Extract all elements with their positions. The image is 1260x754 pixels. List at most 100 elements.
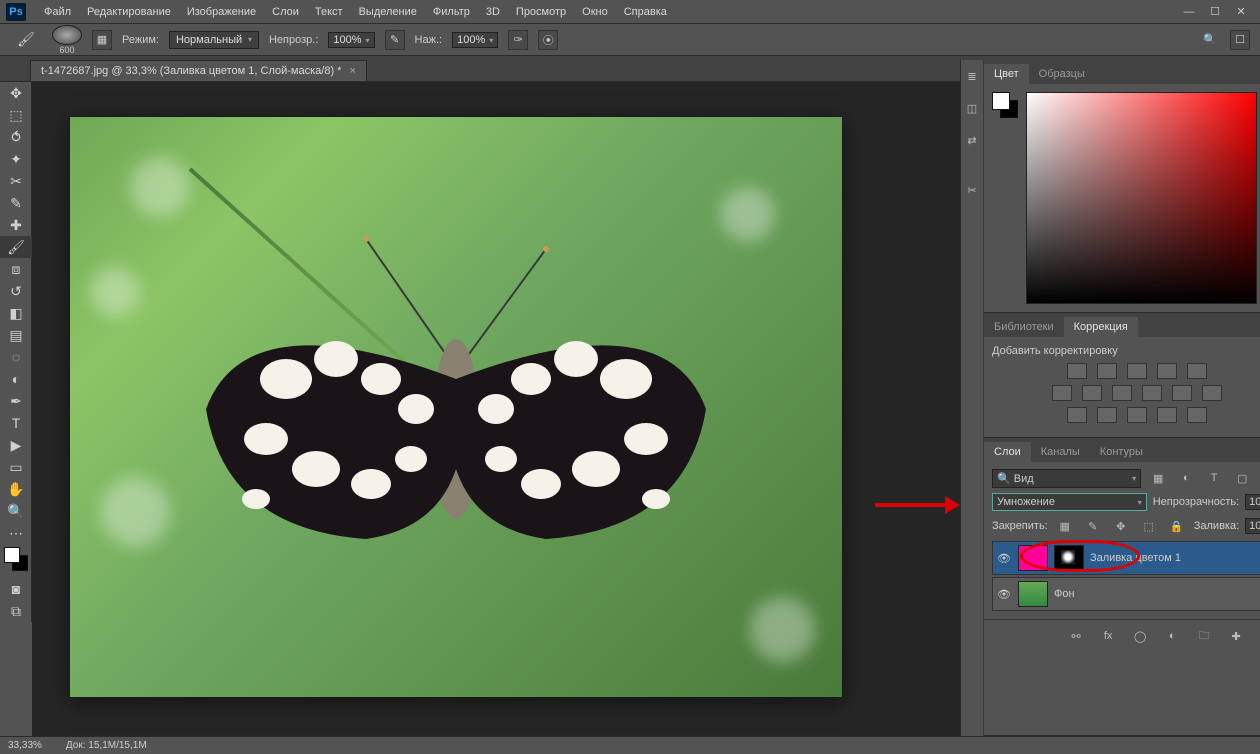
canvas[interactable] [70,117,842,697]
menu-select[interactable]: Выделение [351,0,425,24]
adj-posterize-icon[interactable] [1097,407,1117,423]
document-tab[interactable]: t-1472687.jpg @ 33,3% (Заливка цветом 1,… [30,60,367,81]
tab-color[interactable]: Цвет [984,64,1029,84]
color-swatches[interactable] [0,544,31,578]
history-panel-icon[interactable]: ≣ [961,66,983,86]
adj-vibrance-icon[interactable] [1187,363,1207,379]
layer-opacity-input[interactable]: 100% [1245,494,1260,510]
visibility-toggle-icon[interactable]: 👁 [996,552,1012,565]
menu-filter[interactable]: Фильтр [425,0,478,24]
adj-threshold-icon[interactable] [1127,407,1147,423]
screen-mode-icon[interactable]: ⧉ [0,600,32,622]
adj-selective-icon[interactable] [1187,407,1207,423]
eraser-tool[interactable]: ◧ [0,302,32,324]
layer-filter-kind[interactable]: 🔍 Вид [992,469,1141,488]
adj-exposure-icon[interactable] [1157,363,1177,379]
adj-balance-icon[interactable] [1082,385,1102,401]
lock-position-icon[interactable]: ✥ [1110,516,1132,536]
filter-type-icon[interactable]: T [1203,468,1225,488]
flow-input[interactable]: 100% [452,32,498,48]
minimize-button[interactable]: — [1176,2,1202,22]
tab-channels[interactable]: Каналы [1031,442,1090,462]
history-brush-tool[interactable]: ↺ [0,280,32,302]
layer-style-icon[interactable]: fx [1097,626,1119,646]
eyedropper-tool[interactable]: ✎ [0,192,32,214]
properties-panel-icon[interactable]: ◫ [961,98,983,118]
pressure-opacity-icon[interactable]: ✎ [385,30,405,50]
tab-layers[interactable]: Слои [984,442,1031,462]
menu-3d[interactable]: 3D [478,0,508,24]
close-button[interactable]: ✕ [1228,2,1254,22]
lock-transparent-icon[interactable]: ▦ [1054,516,1076,536]
adj-lookup-icon[interactable] [1202,385,1222,401]
close-tab-icon[interactable]: × [349,65,355,77]
dodge-tool[interactable]: ◐ [0,368,32,390]
adj-mixer-icon[interactable] [1172,385,1192,401]
doc-size-readout[interactable]: Док: 15,1M/15,1M [66,740,147,751]
layer-thumb-bg[interactable] [1018,581,1048,607]
new-layer-icon[interactable]: ✚ [1225,626,1247,646]
rectangle-tool[interactable]: ▭ [0,456,32,478]
lasso-tool[interactable]: ⥀ [0,126,32,148]
layer-blend-mode-select[interactable]: Умножение [992,493,1147,511]
menu-file[interactable]: Файл [36,0,79,24]
workspace-icon[interactable]: ☐ [1230,30,1250,50]
menu-window[interactable]: Окно [574,0,616,24]
tab-swatches[interactable]: Образцы [1029,64,1095,84]
menu-image[interactable]: Изображение [179,0,264,24]
maximize-button[interactable]: ☐ [1202,2,1228,22]
tool-preset-icon[interactable]: 🖌 [10,29,42,51]
blur-tool[interactable]: ◌ [0,346,32,368]
add-mask-icon[interactable]: ◯ [1129,626,1151,646]
brush-panel-toggle-icon[interactable]: ▦ [92,30,112,50]
tab-adjustments[interactable]: Коррекция [1064,317,1138,337]
blend-mode-select[interactable]: Нормальный [169,31,259,49]
gradient-tool[interactable]: ▤ [0,324,32,346]
filter-pixel-icon[interactable]: ▦ [1147,468,1169,488]
pressure-size-icon[interactable]: ⦿ [538,30,558,50]
path-select-tool[interactable]: ▶ [0,434,32,456]
quick-select-tool[interactable]: ✦ [0,148,32,170]
layer-name[interactable]: Фон [1054,588,1257,600]
lock-artboard-icon[interactable]: ⬚ [1138,516,1160,536]
menu-edit[interactable]: Редактирование [79,0,179,24]
pen-tool[interactable]: ✒ [0,390,32,412]
menu-view[interactable]: Просмотр [508,0,574,24]
filter-adjust-icon[interactable]: ◐ [1175,468,1197,488]
tab-libraries[interactable]: Библиотеки [984,317,1064,337]
menu-layers[interactable]: Слои [264,0,307,24]
opacity-input[interactable]: 100% [328,32,374,48]
zoom-readout[interactable]: 33,33% [8,740,42,751]
visibility-toggle-icon[interactable]: 👁 [996,588,1012,601]
mini-color-swatches[interactable] [992,92,1020,120]
zoom-tool[interactable]: 🔍 [0,500,32,522]
stamp-tool[interactable]: ⧈ [0,258,32,280]
healing-tool[interactable]: ✚ [0,214,32,236]
hand-tool[interactable]: ✋ [0,478,32,500]
filter-shape-icon[interactable]: ▢ [1231,468,1253,488]
crop-tool[interactable]: ✂ [0,170,32,192]
link-layers-icon[interactable]: ⚯ [1065,626,1087,646]
new-group-icon[interactable]: 🗀 [1193,626,1215,646]
character-panel-icon[interactable]: ⇄ [961,130,983,150]
adj-bw-icon[interactable] [1112,385,1132,401]
quick-mask-icon[interactable]: ◙ [0,578,32,600]
brush-tool[interactable]: 🖌 [0,236,32,258]
new-fill-layer-icon[interactable]: ◐ [1161,626,1183,646]
type-tool[interactable]: T [0,412,32,434]
adj-invert-icon[interactable] [1067,407,1087,423]
brush-preview[interactable] [52,25,82,45]
adj-gradient-map-icon[interactable] [1157,407,1177,423]
marquee-tool[interactable]: ⬚ [0,104,32,126]
layer-row-background[interactable]: 👁 Фон 🔒 [992,577,1260,611]
color-field[interactable] [1026,92,1257,304]
edit-toolbar[interactable]: ⋯ [0,522,32,544]
menu-help[interactable]: Справка [616,0,675,24]
menu-text[interactable]: Текст [307,0,351,24]
adj-photo-filter-icon[interactable] [1142,385,1162,401]
paragraph-panel-icon[interactable]: ✂ [961,180,983,200]
search-icon[interactable]: 🔍 [1200,30,1220,50]
airbrush-icon[interactable]: ✑ [508,30,528,50]
adj-hue-icon[interactable] [1052,385,1072,401]
lock-pixels-icon[interactable]: ✎ [1082,516,1104,536]
